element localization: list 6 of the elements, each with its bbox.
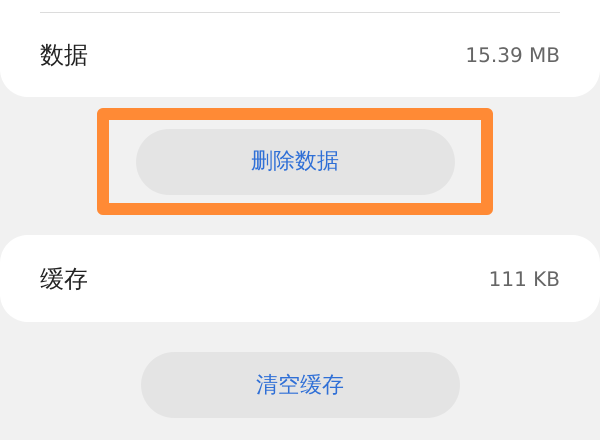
action-button[interactable]: 删除数据 [136,128,454,194]
row-label: 数据 [40,40,88,71]
row-label: 缓存 [40,264,88,294]
row-value: 111 KB [488,266,560,292]
action-button[interactable]: 清空缓存 [140,352,460,418]
row-value: 15.39 MB [465,42,560,69]
